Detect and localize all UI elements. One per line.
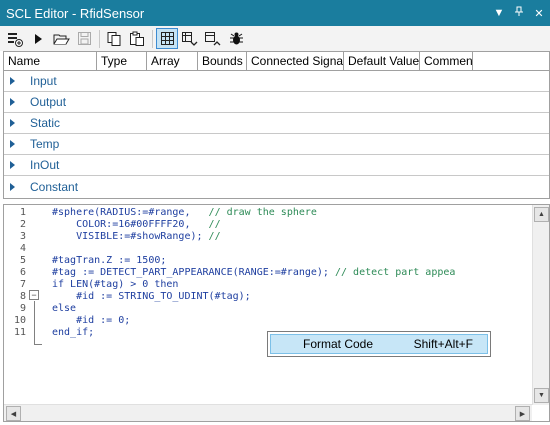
code-line[interactable]: #id := 0; — [52, 315, 525, 327]
line-number: 2 — [19, 219, 26, 230]
code-line[interactable]: if LEN(#tag) > 0 then — [52, 279, 525, 291]
expand-arrow-icon[interactable] — [10, 140, 15, 148]
code-text: VISIBLE:=#showRange); — [52, 231, 203, 242]
line-number: 3 — [19, 231, 26, 242]
code-line[interactable]: VISIBLE:=#showRange); // — [52, 231, 525, 243]
section-row-static[interactable]: Static — [4, 113, 549, 134]
menu-item-shortcut: Shift+Alt+F — [413, 337, 473, 351]
interface-table: Name Type Array Bounds Connected Signal … — [3, 51, 550, 199]
code-spacing — [190, 219, 208, 230]
section-label: Temp — [30, 137, 60, 151]
line-number: 6 — [19, 267, 26, 278]
toolbar-separator — [99, 29, 100, 48]
scroll-right-icon[interactable]: ▶ — [515, 406, 530, 421]
vertical-scrollbar[interactable]: ▲ ▼ — [532, 205, 549, 405]
code-comment: // — [208, 219, 221, 230]
toolbar — [0, 26, 550, 51]
column-header-type[interactable]: Type — [97, 52, 147, 70]
scroll-down-icon[interactable]: ▼ — [534, 388, 549, 403]
line-number: 8 — [19, 291, 26, 302]
line-number: 1 — [19, 207, 26, 218]
pin-icon[interactable] — [510, 6, 528, 20]
fold-guide-line — [34, 301, 35, 345]
code-comment: // — [208, 231, 221, 242]
code-editor[interactable]: 1 2 3 4 5 6 7 8 9 10 11 − #sphere(RADIUS… — [3, 204, 550, 422]
code-text: #id := 0; — [52, 315, 131, 326]
fold-collapse-icon[interactable]: − — [29, 290, 39, 300]
section-label: Input — [30, 74, 57, 88]
code-comment: // detect part appea — [334, 267, 456, 278]
section-row-output[interactable]: Output — [4, 92, 549, 113]
save-icon[interactable] — [73, 28, 95, 49]
expand-arrow-icon[interactable] — [10, 182, 15, 191]
code-line[interactable] — [52, 243, 525, 255]
menu-item-label: Format Code — [303, 337, 374, 351]
code-text: #id := STRING_TO_UDINT(#tag); — [52, 291, 251, 302]
section-label: Output — [30, 95, 67, 109]
add-item-icon[interactable] — [4, 28, 26, 49]
dropdown-menu-icon[interactable]: ▼ — [490, 7, 508, 19]
code-line[interactable]: #tag := DETECT_PART_APPEARANCE(RANGE:=#r… — [52, 267, 525, 279]
column-header-default-value[interactable]: Default Value — [344, 52, 420, 70]
line-number: 4 — [19, 243, 26, 254]
run-icon[interactable] — [27, 28, 49, 49]
section-row-temp[interactable]: Temp — [4, 134, 549, 155]
scroll-left-icon[interactable]: ◀ — [6, 406, 21, 421]
line-number: 10 — [13, 315, 26, 326]
section-row-input[interactable]: Input — [4, 71, 549, 92]
line-number: 11 — [13, 327, 26, 338]
code-lines[interactable]: #sphere(RADIUS:=#range, // draw the sphe… — [52, 207, 525, 339]
column-header-comment[interactable]: Comment — [420, 52, 473, 70]
table-header: Name Type Array Bounds Connected Signal … — [4, 52, 549, 71]
horizontal-scrollbar[interactable]: ◀ ▶ — [4, 404, 532, 421]
column-header-filler — [473, 52, 549, 70]
code-spacing — [190, 207, 208, 218]
code-line[interactable]: else — [52, 303, 525, 315]
window-title: SCL Editor - RfidSensor — [6, 5, 145, 21]
code-comment: // draw the sphere — [208, 207, 317, 218]
section-label: Static — [30, 116, 61, 130]
expand-arrow-icon[interactable] — [10, 77, 15, 85]
copy-icon[interactable] — [103, 28, 125, 49]
expand-arrow-icon[interactable] — [10, 98, 15, 106]
code-text: if LEN(#tag) > 0 then — [52, 279, 179, 290]
section-row-inout[interactable]: InOut — [4, 155, 549, 176]
close-icon[interactable]: ✕ — [530, 7, 548, 20]
column-header-array[interactable]: Array — [147, 52, 198, 70]
code-text: #tag := DETECT_PART_APPEARANCE(RANGE:=#r… — [52, 267, 329, 278]
column-header-bounds[interactable]: Bounds — [198, 52, 247, 70]
code-text: end_if; — [52, 327, 95, 338]
column-header-connected-signal[interactable]: Connected Signal — [247, 52, 344, 70]
code-line[interactable]: #sphere(RADIUS:=#range, // draw the sphe… — [52, 207, 525, 219]
grid-view-icon[interactable] — [156, 28, 178, 49]
section-label: Constant — [30, 179, 79, 194]
code-text: #sphere(RADIUS:=#range, — [52, 207, 191, 218]
paste-icon[interactable] — [126, 28, 148, 49]
menu-item-format-code[interactable]: Format Code Shift+Alt+F — [270, 334, 488, 354]
code-line[interactable]: #tagTran.Z := 1500; — [52, 255, 525, 267]
line-number: 9 — [19, 303, 26, 314]
collapse-up-icon[interactable] — [202, 28, 224, 49]
expand-arrow-icon[interactable] — [10, 161, 15, 169]
line-number-gutter: 1 2 3 4 5 6 7 8 9 10 11 — [4, 207, 26, 339]
window-titlebar: SCL Editor - RfidSensor ▼ ✕ — [0, 0, 550, 26]
code-text: #tagTran.Z := 1500; — [52, 255, 167, 266]
line-number: 5 — [19, 255, 26, 266]
code-line[interactable]: #id := STRING_TO_UDINT(#tag); — [52, 291, 525, 303]
fold-guide-end — [34, 344, 42, 345]
expand-down-icon[interactable] — [179, 28, 201, 49]
toolbar-separator — [152, 29, 153, 48]
code-text: COLOR:=16#00FFFF20, — [52, 219, 191, 230]
column-header-name[interactable]: Name — [4, 52, 97, 70]
context-menu: Format Code Shift+Alt+F — [267, 331, 491, 357]
code-line[interactable]: COLOR:=16#00FFFF20, // — [52, 219, 525, 231]
line-number: 7 — [19, 279, 26, 290]
debug-bug-icon[interactable] — [225, 28, 247, 49]
section-row-constant[interactable]: Constant — [4, 176, 549, 197]
section-label: InOut — [30, 158, 60, 172]
code-text: else — [52, 303, 77, 314]
scroll-up-icon[interactable]: ▲ — [534, 207, 549, 222]
open-folder-icon[interactable] — [50, 28, 72, 49]
expand-arrow-icon[interactable] — [10, 119, 15, 127]
